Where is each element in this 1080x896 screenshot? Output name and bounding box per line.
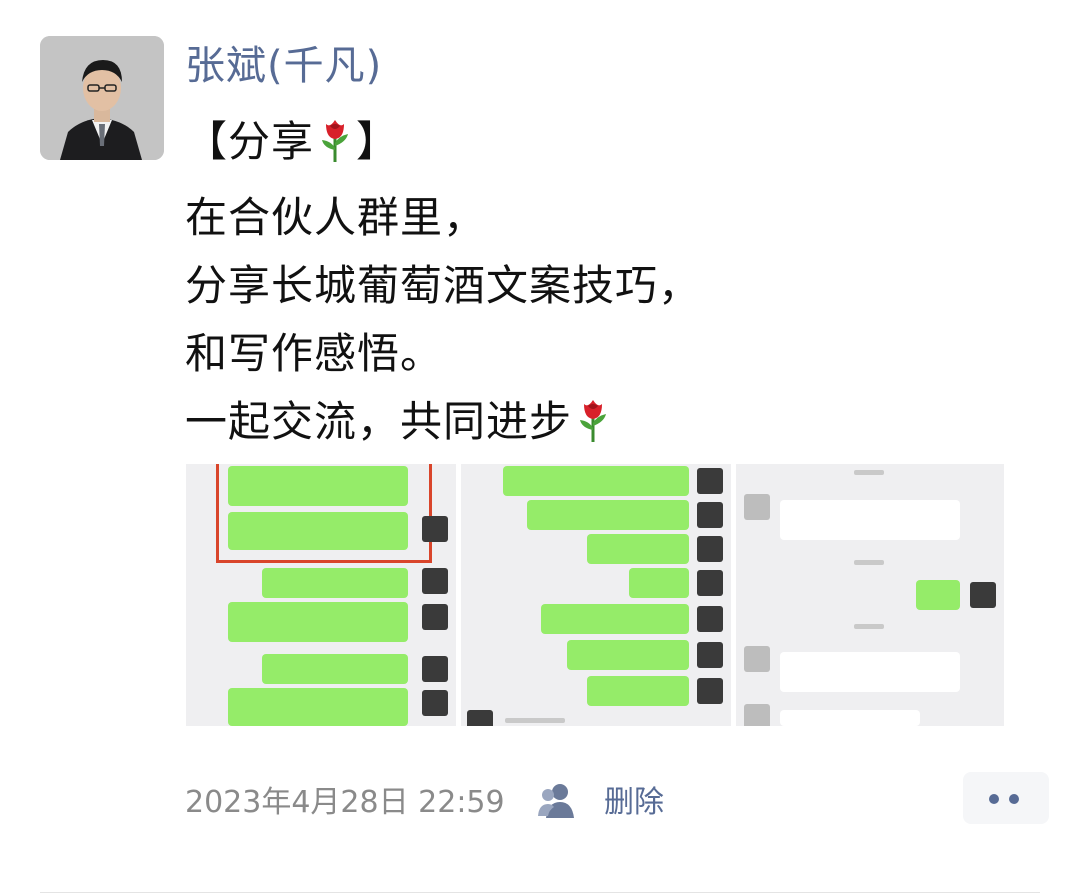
chat-screenshot-2[interactable] [461, 464, 731, 726]
more-options-button[interactable] [963, 772, 1049, 824]
chat-avatar [422, 568, 448, 594]
delete-button[interactable]: 删除 [604, 783, 664, 823]
more-dots-icon [1009, 794, 1019, 804]
chat-avatar [422, 690, 448, 716]
chat-avatar [970, 582, 996, 608]
author-name[interactable]: 张斌(千凡) [185, 38, 382, 94]
post-line-4: 和写作感悟。 [185, 329, 444, 378]
chat-bubble [587, 534, 689, 564]
friends-visibility-icon[interactable] [536, 782, 578, 822]
post-timestamp: 2023年4月28日 22:59 [185, 785, 505, 820]
chat-avatar [422, 656, 448, 682]
chat-bubble [541, 604, 689, 634]
chat-bubble [780, 710, 920, 726]
chat-bubble [228, 602, 408, 642]
chat-avatar [467, 710, 493, 726]
post-line-1: 【分享】 [185, 108, 1045, 184]
post-images [186, 464, 1004, 726]
chat-avatar [422, 516, 448, 542]
post-line-2: 在合伙人群里， [185, 193, 487, 242]
post-line-5: 一起交流，共同进步 [185, 388, 1045, 464]
chat-bubble [629, 568, 689, 598]
post-line-3: 分享长城葡萄酒文案技巧， [185, 261, 702, 310]
chat-avatar [744, 646, 770, 672]
chat-bubble [503, 466, 689, 496]
chat-bubble [567, 640, 689, 670]
chat-avatar [697, 606, 723, 632]
chat-timestamp [854, 560, 884, 565]
chat-avatar [697, 536, 723, 562]
chat-avatar [697, 642, 723, 668]
chat-system-text [505, 718, 565, 723]
chat-avatar [744, 704, 770, 726]
chat-bubble [527, 500, 689, 530]
chat-bubble [262, 654, 408, 684]
chat-screenshot-3[interactable] [736, 464, 1004, 726]
chat-bubble [228, 466, 408, 506]
chat-avatar [744, 494, 770, 520]
chat-bubble [228, 512, 408, 550]
chat-avatar [697, 570, 723, 596]
chat-screenshot-1[interactable] [186, 464, 456, 726]
chat-avatar [422, 604, 448, 630]
rose-emoji-icon [576, 396, 610, 464]
avatar-portrait [40, 36, 164, 160]
chat-avatar [697, 678, 723, 704]
chat-timestamp [854, 624, 884, 629]
chat-bubble [916, 580, 960, 610]
chat-timestamp [854, 470, 884, 475]
chat-bubble [587, 676, 689, 706]
chat-bubble [228, 688, 408, 726]
post-text: 【分享】 在合伙人群里， 分享长城葡萄酒文案技巧， 和写作感悟。 一起交流，共同… [185, 108, 1045, 464]
chat-avatar [697, 502, 723, 528]
author-avatar[interactable] [40, 36, 164, 160]
chat-bubble [262, 568, 408, 598]
chat-bubble [780, 500, 960, 540]
chat-avatar [697, 468, 723, 494]
chat-bubble [780, 652, 960, 692]
more-dots-icon [989, 794, 999, 804]
divider [40, 892, 1040, 893]
rose-emoji-icon [318, 116, 352, 184]
